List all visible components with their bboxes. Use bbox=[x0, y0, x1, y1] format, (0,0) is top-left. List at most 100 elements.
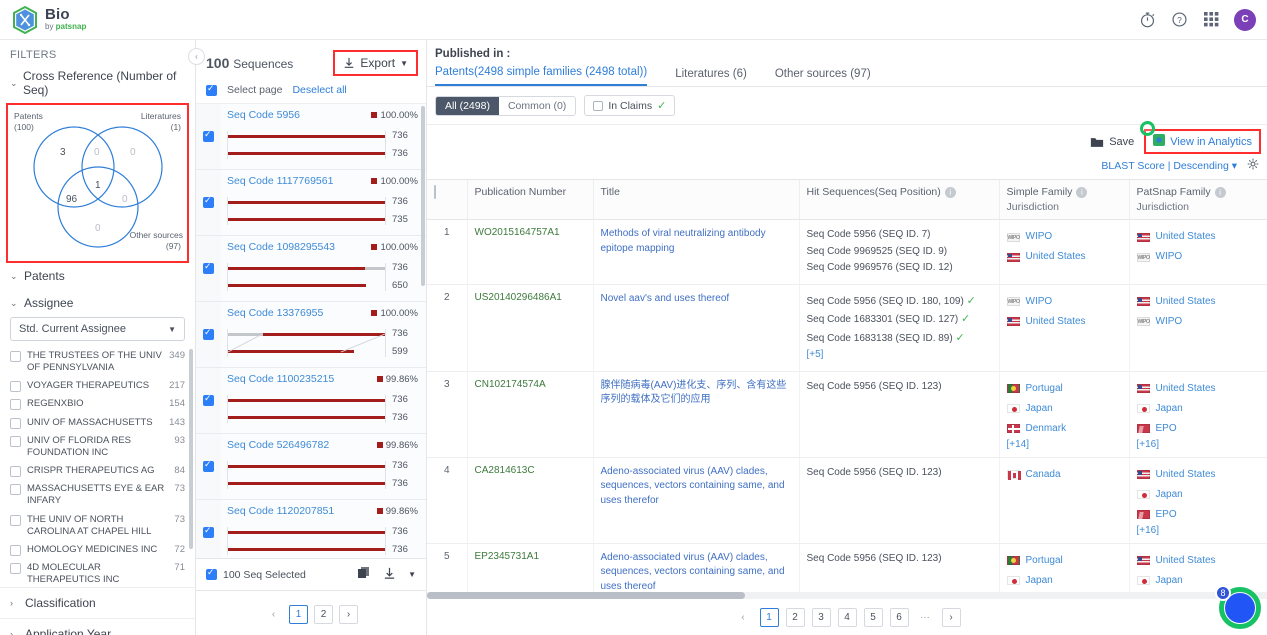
assignee-checkbox[interactable] bbox=[10, 544, 21, 556]
sequences-pagination[interactable]: ‹ 1 2 › bbox=[196, 591, 426, 624]
hit-sequence[interactable]: Seq Code 5956 (SEQ ID. 7) bbox=[807, 227, 992, 244]
assignee-item[interactable]: REGENXBIO 154 bbox=[10, 395, 193, 413]
assignee-checkbox[interactable] bbox=[10, 466, 21, 478]
sidebar-collapse-handle[interactable]: ‹ bbox=[188, 48, 205, 65]
results-table-wrapper[interactable]: Publication Number Title Hit Sequences(S… bbox=[427, 179, 1267, 599]
jurisdiction-item[interactable]: Japan bbox=[1136, 485, 1260, 505]
scope-segment[interactable]: Common (0) bbox=[498, 96, 576, 115]
assignee-checkbox[interactable] bbox=[10, 351, 21, 362]
sequence-code[interactable]: Seq Code 1120207851 bbox=[227, 505, 334, 517]
timer-icon[interactable] bbox=[1138, 10, 1157, 29]
jurisdiction-item[interactable]: United States bbox=[1136, 465, 1260, 485]
copy-icon[interactable] bbox=[357, 566, 371, 583]
assignee-item[interactable]: UNIV OF FLORIDA RES FOUNDATION INC 93 bbox=[10, 432, 193, 462]
jurisdiction-name[interactable]: Japan bbox=[1026, 571, 1053, 591]
jurisdiction-name[interactable]: WIPO bbox=[1156, 312, 1183, 332]
jurisdiction-name[interactable]: WIPO bbox=[1026, 292, 1053, 312]
table-row[interactable]: 3 CN102174574A 腺伴随病毒(AAV)进化支、序列、含有这些序列的载体及… bbox=[427, 371, 1267, 458]
publication-number-link[interactable]: EP2345731A1 bbox=[475, 551, 540, 562]
page-button[interactable]: 6 bbox=[889, 608, 909, 627]
hit-sequence[interactable]: Seq Code 5956 (SEQ ID. 180, 109) ✓ bbox=[807, 292, 992, 311]
filter-section-patents[interactable]: ⌄ Patents bbox=[0, 263, 195, 287]
jurisdiction-name[interactable]: United States bbox=[1026, 247, 1086, 267]
title-link[interactable]: Adeno-associated virus (AAV) clades, seq… bbox=[601, 466, 785, 506]
save-button[interactable]: Save bbox=[1090, 136, 1134, 148]
filter-section-cross-reference[interactable]: ⌄ Cross Reference (Number of Seq) bbox=[0, 65, 195, 103]
page-button[interactable]: 1 bbox=[289, 605, 308, 624]
jurisdiction-more[interactable]: [+16] bbox=[1137, 439, 1260, 450]
assignee-list[interactable]: THE TRUSTEES OF THE UNIV OF PENNSYLVANIA… bbox=[0, 347, 195, 587]
col-hit-sequences[interactable]: Hit Sequences(Seq Position) i bbox=[799, 180, 1000, 220]
info-icon[interactable]: i bbox=[1214, 186, 1226, 198]
jurisdiction-item[interactable]: WIPO WIPO bbox=[1136, 247, 1260, 267]
title-cell[interactable]: Adeno-associated virus (AAV) clades, seq… bbox=[593, 543, 800, 599]
jurisdiction-item[interactable]: Canada bbox=[1006, 465, 1122, 485]
settings-gear-icon[interactable] bbox=[1247, 158, 1259, 173]
avatar[interactable]: C bbox=[1234, 8, 1256, 31]
sequence-code[interactable]: Seq Code 1100235215 bbox=[227, 373, 334, 385]
deselect-all-link[interactable]: Deselect all bbox=[292, 84, 346, 96]
jurisdiction-name[interactable]: EPO bbox=[1156, 419, 1177, 439]
publication-number-cell[interactable]: WO2015164757A1 bbox=[467, 219, 594, 285]
title-cell[interactable]: Novel aav's and uses thereof bbox=[593, 284, 800, 372]
sequence-card-body[interactable]: Seq Code 13376955 100.00% 736 599 bbox=[221, 302, 426, 367]
apps-grid-icon[interactable] bbox=[1202, 10, 1221, 29]
page-button[interactable]: 2 bbox=[314, 605, 333, 624]
sequence-checkbox[interactable] bbox=[203, 129, 214, 142]
hit-sequence[interactable]: Seq Code 9969525 (SEQ ID. 9) bbox=[807, 244, 992, 261]
select-page-checkbox[interactable] bbox=[206, 83, 217, 96]
sequence-checkbox[interactable] bbox=[203, 327, 214, 340]
help-icon[interactable]: ? bbox=[1170, 10, 1189, 29]
assignee-item[interactable]: VOYAGER THERAPEUTICS 217 bbox=[10, 377, 193, 395]
sequence-select-cell[interactable] bbox=[196, 236, 221, 301]
jurisdiction-item[interactable]: WIPO WIPO bbox=[1006, 227, 1122, 247]
sequence-card[interactable]: Seq Code 13376955 100.00% 736 599 bbox=[196, 302, 426, 368]
table-horizontal-scrollbar[interactable] bbox=[427, 592, 1267, 599]
sequence-checkbox[interactable] bbox=[203, 459, 214, 472]
jurisdiction-name[interactable]: EPO bbox=[1156, 505, 1177, 525]
sequence-select-cell[interactable] bbox=[196, 434, 221, 499]
jurisdiction-name[interactable]: Japan bbox=[1156, 571, 1183, 591]
assignee-checkbox[interactable] bbox=[10, 381, 21, 393]
jurisdiction-name[interactable]: Japan bbox=[1156, 399, 1183, 419]
publication-number-link[interactable]: US20140296486A1 bbox=[475, 292, 562, 303]
col-simple-family[interactable]: Simple Family i Jurisdiction bbox=[999, 180, 1130, 220]
title-link[interactable]: Novel aav's and uses thereof bbox=[601, 293, 730, 304]
jurisdiction-item[interactable]: WIPO WIPO bbox=[1136, 312, 1260, 332]
download-icon[interactable] bbox=[383, 567, 396, 583]
jurisdiction-name[interactable]: United States bbox=[1156, 292, 1216, 312]
assignee-checkbox[interactable] bbox=[10, 563, 21, 575]
results-pagination[interactable]: ‹ 1 2 3 4 5 6 ··· › bbox=[427, 599, 1267, 627]
assignee-item[interactable]: UNIV OF MASSACHUSETTS 143 bbox=[10, 414, 193, 432]
jurisdiction-name[interactable]: United States bbox=[1156, 465, 1216, 485]
jurisdiction-item[interactable]: Japan bbox=[1136, 571, 1260, 591]
sequence-select-cell[interactable] bbox=[196, 104, 221, 169]
assignee-item[interactable]: MASSACHUSETTS EYE & EAR INFARY 73 bbox=[10, 480, 193, 510]
publication-number-link[interactable]: WO2015164757A1 bbox=[475, 227, 560, 238]
sequence-select-cell[interactable] bbox=[196, 302, 221, 367]
jurisdiction-name[interactable]: Japan bbox=[1156, 485, 1183, 505]
sequence-card[interactable]: Seq Code 1117769561 100.00% 736 735 bbox=[196, 170, 426, 236]
jurisdiction-item[interactable]: Japan bbox=[1006, 399, 1122, 419]
filter-section-application-year[interactable]: › Application Year bbox=[0, 618, 195, 635]
jurisdiction-name[interactable]: United States bbox=[1156, 551, 1216, 571]
sequence-select-cell[interactable] bbox=[196, 500, 221, 558]
publication-number-link[interactable]: CA2814613C bbox=[475, 465, 535, 476]
info-icon[interactable]: i bbox=[1076, 186, 1088, 198]
table-row[interactable]: 5 EP2345731A1 Adeno-associated virus (AAV)… bbox=[427, 543, 1267, 599]
publication-number-cell[interactable]: CN102174574A bbox=[467, 371, 594, 458]
jurisdiction-item[interactable]: WIPO WIPO bbox=[1006, 292, 1122, 312]
hit-sequence[interactable]: Seq Code 1683301 (SEQ ID. 127) ✓ bbox=[807, 310, 992, 329]
jurisdiction-name[interactable]: Denmark bbox=[1026, 419, 1067, 439]
jurisdiction-name[interactable]: Canada bbox=[1026, 465, 1061, 485]
hit-sequence[interactable]: Seq Code 9969576 (SEQ ID. 12) bbox=[807, 260, 992, 277]
assignee-scrollbar[interactable] bbox=[189, 349, 193, 549]
sequence-card-body[interactable]: Seq Code 526496782 99.86% 736 736 bbox=[221, 434, 426, 499]
chevron-down-icon[interactable]: ▼ bbox=[408, 570, 416, 579]
col-title[interactable]: Title bbox=[593, 180, 800, 220]
jurisdiction-name[interactable]: United States bbox=[1026, 312, 1086, 332]
sequence-card-body[interactable]: Seq Code 1117769561 100.00% 736 735 bbox=[221, 170, 426, 235]
jurisdiction-item[interactable]: United States bbox=[1136, 292, 1260, 312]
sequence-card[interactable]: Seq Code 1100235215 99.86% 736 736 bbox=[196, 368, 426, 434]
publication-number-cell[interactable]: CA2814613C bbox=[467, 457, 594, 544]
